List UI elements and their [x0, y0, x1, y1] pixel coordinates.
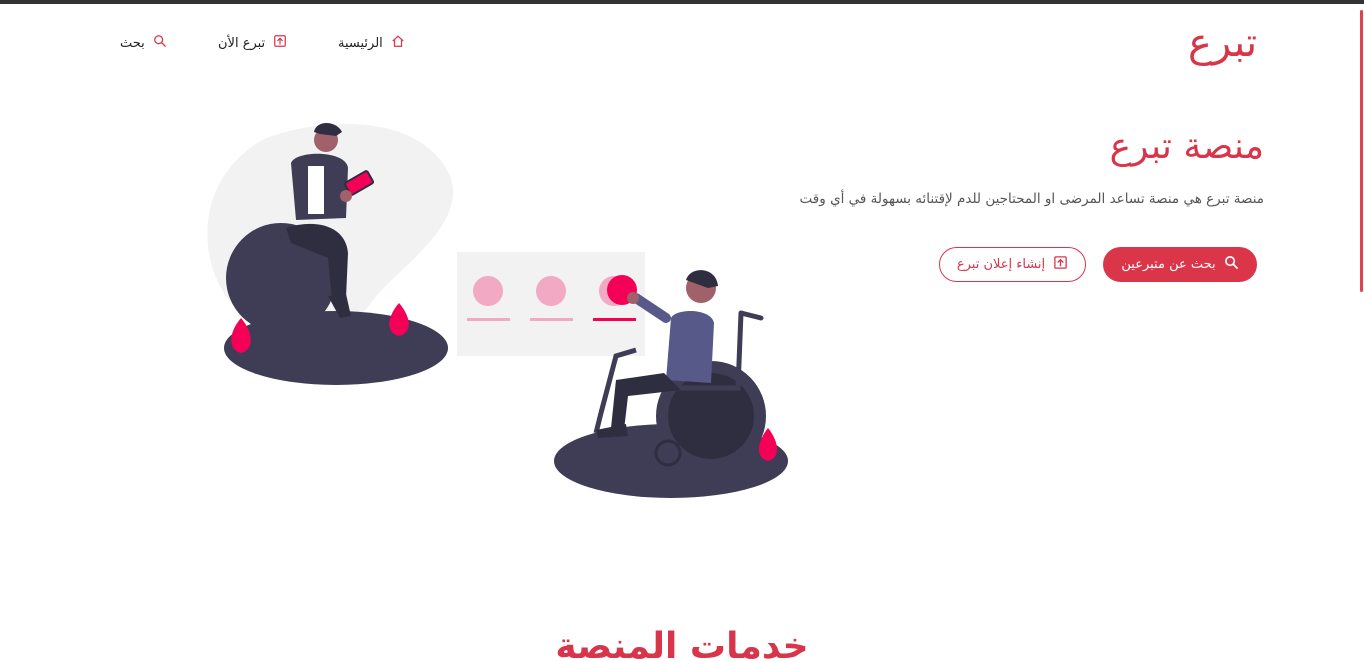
hero-title: منصة تبرع: [1109, 126, 1264, 167]
blood-drop-icon: [231, 318, 251, 353]
nav-donate-now[interactable]: تبرع الأن: [218, 32, 287, 54]
hero-illustration: [207, 123, 788, 498]
create-donation-ad-label: إنشاء إعلان تبرع: [956, 257, 1046, 272]
hero-description: منصة تبرع هي منصة تساعد المرضى او المحتا…: [799, 191, 1264, 207]
nav-home-label: الرئيسية: [338, 35, 383, 51]
scrollbar-thumb[interactable]: [1360, 10, 1363, 292]
search-donors-button[interactable]: بحث عن متبرعين: [1103, 247, 1257, 282]
home-icon: [391, 34, 405, 52]
nav-search-label: بحث: [120, 35, 145, 51]
create-donation-ad-button[interactable]: إنشاء إعلان تبرع: [939, 247, 1086, 282]
scrollbar[interactable]: [1360, 4, 1364, 661]
nav-home[interactable]: الرئيسية: [338, 32, 405, 54]
site-logo[interactable]: تبرع: [1188, 18, 1257, 68]
upload-icon: [273, 34, 287, 52]
search-icon: [1224, 255, 1239, 274]
search-donors-label: بحث عن متبرعين: [1121, 257, 1216, 272]
top-border: [0, 0, 1364, 4]
search-icon: [153, 34, 167, 52]
platform-services-heading: خدمات المنصة: [555, 626, 809, 661]
nav-donate-label: تبرع الأن: [218, 35, 266, 51]
blood-drop-icon: [389, 303, 409, 336]
upload-icon: [1053, 255, 1068, 274]
nav-search[interactable]: بحث: [120, 32, 167, 54]
